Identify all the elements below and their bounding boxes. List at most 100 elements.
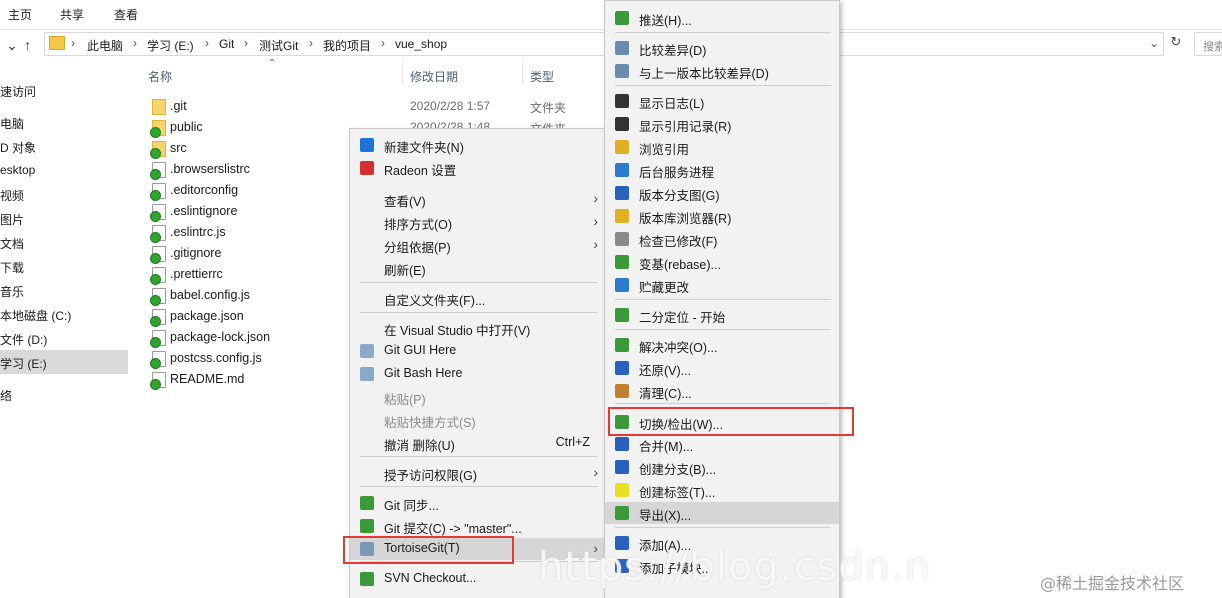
menu-item-label: 查看(V) — [384, 195, 426, 209]
menu-item-new-folder[interactable]: 新建文件夹(N) — [350, 134, 604, 156]
menu-item-item-11[interactable]: 粘贴快捷方式(S) — [350, 409, 604, 431]
menu-item-merge[interactable]: 合并(M)... — [605, 433, 839, 455]
git-clean-overlay-icon — [150, 337, 161, 348]
nav-item-drive-d[interactable]: 文件 (D:) — [0, 326, 128, 350]
menu-item-item-13[interactable]: 授予访问权限(G) › — [350, 462, 604, 484]
menu-separator — [615, 85, 831, 86]
menu-item-label: 显示引用记录(R) — [639, 120, 732, 134]
menu-item-item-10[interactable]: 粘贴(P) — [350, 386, 604, 408]
breadcrumb-this-pc[interactable]: 此电脑 — [87, 37, 123, 54]
ribbon-tab-share[interactable]: 共享 — [60, 6, 84, 23]
menu-item-push[interactable]: 推送(H)... — [605, 7, 839, 29]
menu-item-label: 版本库浏览器(R) — [639, 212, 732, 226]
chevron-down-icon[interactable]: ⌄ — [1149, 36, 1159, 50]
nav-item-desktop[interactable]: esktop — [0, 158, 128, 182]
menu-item-label: SVN Checkout... — [384, 571, 477, 585]
menu-item-resolve[interactable]: 解决冲突(O)... — [605, 334, 839, 356]
menu-item-rebase[interactable]: 变基(rebase)... — [605, 251, 839, 273]
column-header-type[interactable]: 类型 — [530, 68, 554, 85]
menu-item-item-2[interactable]: 查看(V) › — [350, 188, 604, 210]
nav-item-downloads[interactable]: 下载 — [0, 254, 128, 278]
nav-item-music[interactable]: 音乐 — [0, 278, 128, 302]
breadcrumb-my-projects[interactable]: 我的项目 — [323, 37, 371, 54]
menu-item-daemon[interactable]: 后台服务进程 — [605, 159, 839, 181]
menu-item-revision-graph[interactable]: 版本分支图(G) — [605, 182, 839, 204]
menu-item-item-5[interactable]: 刷新(E) — [350, 257, 604, 279]
menu-item-log[interactable]: 显示日志(L) — [605, 90, 839, 112]
menu-item-cleanup[interactable]: 清理(C)... — [605, 380, 839, 402]
menu-item-radeon[interactable]: Radeon 设置 — [350, 157, 604, 179]
chevron-right-icon[interactable]: › — [381, 36, 385, 50]
chevron-right-icon[interactable]: › — [205, 36, 209, 50]
create-tag-icon — [615, 483, 629, 497]
nav-item-3d-objects[interactable]: D 对象 — [0, 134, 128, 158]
menu-item-check-modifications[interactable]: 检查已修改(F) — [605, 228, 839, 250]
search-input[interactable]: 搜索 — [1194, 32, 1222, 56]
chevron-right-icon: › — [593, 236, 598, 252]
column-header-date[interactable]: 修改日期 — [410, 68, 458, 85]
menu-item-create-branch[interactable]: 创建分支(B)... — [605, 456, 839, 478]
nav-item-documents[interactable]: 文档 — [0, 230, 128, 254]
column-header-name[interactable]: 名称 — [148, 68, 172, 85]
chevron-right-icon[interactable]: › — [71, 36, 75, 50]
column-divider[interactable] — [402, 62, 403, 84]
merge-icon — [615, 437, 629, 451]
chevron-right-icon[interactable]: › — [244, 36, 248, 50]
menu-item-label: 解决冲突(O)... — [639, 341, 718, 355]
menu-item-bisect[interactable]: 二分定位 - 开始 — [605, 304, 839, 326]
git-clean-overlay-icon — [150, 148, 161, 159]
menu-item-item-12[interactable]: 撤消 删除(U) Ctrl+Z — [350, 432, 604, 454]
nav-item-drive-c[interactable]: 本地磁盘 (C:) — [0, 302, 128, 326]
breadcrumb-vue-shop[interactable]: vue_shop — [395, 37, 447, 51]
menu-item-item-4[interactable]: 分组依据(P) › — [350, 234, 604, 256]
menu-item-item-3[interactable]: 排序方式(O) › — [350, 211, 604, 233]
chevron-right-icon[interactable]: › — [133, 36, 137, 50]
git-clean-overlay-icon — [150, 253, 161, 264]
menu-item-git-commit[interactable]: Git 提交(C) -> "master"... — [350, 515, 604, 537]
file-name: babel.config.js — [170, 288, 250, 302]
menu-item-label: 与上一版本比较差异(D) — [639, 67, 769, 81]
up-arrow-icon[interactable]: ↑ — [24, 37, 31, 53]
menu-item-browse-refs[interactable]: 浏览引用 — [605, 136, 839, 158]
menu-item-repo-browser[interactable]: 版本库浏览器(R) — [605, 205, 839, 227]
chevron-down-icon[interactable]: ⌄ — [6, 37, 18, 54]
file-icon — [150, 246, 166, 264]
menu-item-stash[interactable]: 贮藏更改 — [605, 274, 839, 296]
column-divider[interactable] — [522, 62, 523, 84]
nav-item-pictures[interactable]: 图片 — [0, 206, 128, 230]
file-icon — [150, 162, 166, 180]
menu-item-diff[interactable]: 比较差异(D) — [605, 37, 839, 59]
refresh-icon[interactable]: ↻ — [1164, 34, 1188, 54]
file-icon — [150, 351, 166, 369]
nav-item-quick-access[interactable]: 速访问 — [0, 78, 128, 102]
menu-item-item-7[interactable]: 在 Visual Studio 中打开(V) — [350, 317, 604, 339]
file-row[interactable]: .git 2020/2/28 1:57 文件夹 — [148, 96, 608, 117]
ribbon-tab-home[interactable]: 主页 — [8, 6, 32, 23]
bisect-icon — [615, 308, 629, 322]
revert-icon — [615, 361, 629, 375]
nav-item-drive-e[interactable]: 学习 (E:) — [0, 350, 128, 374]
git-gui-icon — [360, 344, 374, 358]
menu-item-git-sync[interactable]: Git 同步... — [350, 492, 604, 514]
git-clean-overlay-icon — [150, 232, 161, 243]
breadcrumb-drive-e[interactable]: 学习 (E:) — [147, 37, 194, 54]
file-name: postcss.config.js — [170, 351, 262, 365]
nav-item-network[interactable]: 络 — [0, 382, 128, 406]
menu-item-reflog[interactable]: 显示引用记录(R) — [605, 113, 839, 135]
chevron-right-icon[interactable]: › — [309, 36, 313, 50]
menu-item-diff-prev[interactable]: 与上一版本比较差异(D) — [605, 60, 839, 82]
menu-separator — [615, 329, 831, 330]
breadcrumb-git[interactable]: Git — [219, 37, 234, 51]
svn-checkout-icon — [360, 572, 374, 586]
menu-item-revert[interactable]: 还原(V)... — [605, 357, 839, 379]
menu-item-git-bash[interactable]: Git Bash Here — [350, 363, 604, 385]
nav-item-videos[interactable]: 视频 — [0, 182, 128, 206]
menu-item-export[interactable]: 导出(X)... — [605, 502, 839, 524]
menu-item-create-tag[interactable]: 创建标签(T)... — [605, 479, 839, 501]
menu-item-item-6[interactable]: 自定义文件夹(F)... — [350, 287, 604, 309]
ribbon-tab-view[interactable]: 查看 — [114, 6, 138, 23]
nav-item-this-pc[interactable]: 电脑 — [0, 110, 128, 134]
rebase-icon — [615, 255, 629, 269]
breadcrumb-test-git[interactable]: 测试Git — [259, 37, 298, 54]
menu-item-git-gui[interactable]: Git GUI Here — [350, 340, 604, 362]
